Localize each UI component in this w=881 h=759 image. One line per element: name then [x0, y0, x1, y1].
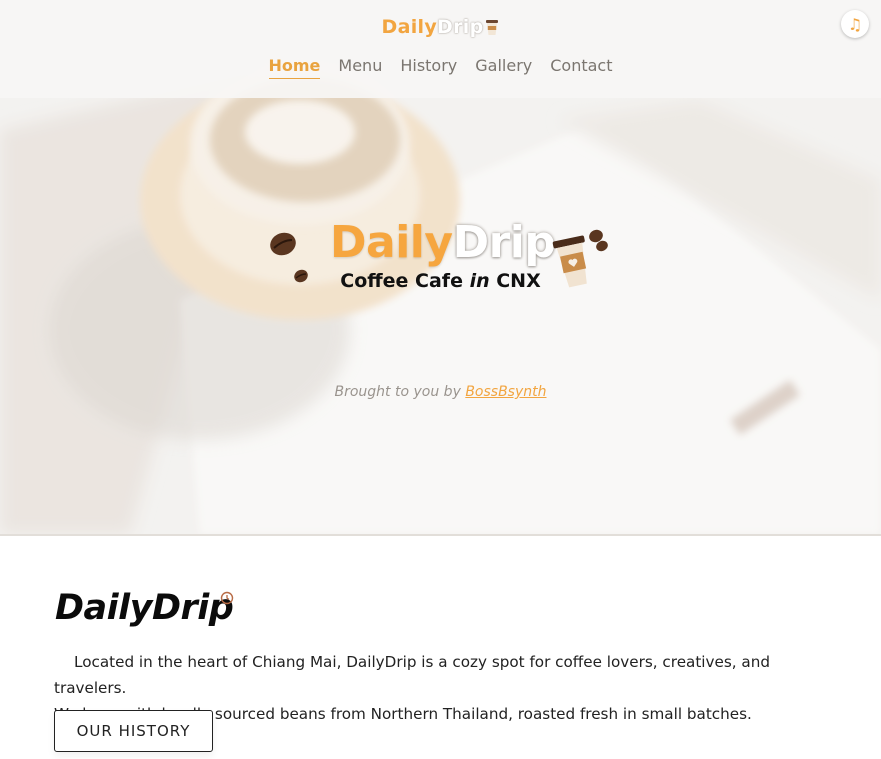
our-history-button[interactable]: OUR HISTORY — [54, 710, 213, 752]
hero-title-part1: Daily — [330, 217, 453, 268]
hero-credit: Brought to you by BossBsynth — [0, 384, 881, 400]
nav-menu-link[interactable]: Menu — [338, 56, 382, 78]
hero-section: DailyDrip Home Menu History Gallery Cont… — [0, 0, 881, 536]
about-line-1: Located in the heart of Chiang Mai, Dail… — [54, 653, 770, 697]
nav-gallery-link[interactable]: Gallery — [475, 56, 532, 78]
hero-subtitle-before: Coffee Cafe — [340, 270, 470, 292]
nav-home-link[interactable]: Home — [268, 56, 321, 79]
about-title: DailyDrip — [55, 588, 234, 628]
credit-prefix: Brought to you by — [334, 384, 466, 400]
credit-author-link[interactable]: BossBsynth — [465, 384, 546, 400]
hero-subtitle: Coffee Cafe in CNX — [0, 270, 881, 292]
brand-logo[interactable]: DailyDrip — [0, 16, 881, 41]
nav-contact-link[interactable]: Contact — [550, 56, 612, 78]
nav-links: Home Menu History Gallery Contact — [0, 56, 881, 79]
hero-subtitle-italic: in — [469, 270, 490, 292]
hero-title: DailyDrip — [330, 215, 560, 271]
music-toggle-button[interactable]: ♫ — [841, 10, 869, 38]
coffee-cup-icon — [485, 18, 499, 41]
navbar: DailyDrip Home Menu History Gallery Cont… — [0, 0, 881, 98]
clock-icon — [220, 591, 234, 605]
coffee-bean-icon — [270, 232, 296, 256]
brand-logo-part1: Daily — [381, 16, 438, 38]
music-note-icon: ♫ — [847, 14, 863, 34]
hero-subtitle-after: CNX — [489, 270, 541, 292]
brand-logo-part2: Drip — [437, 16, 484, 38]
hero-title-part2: Drip — [452, 217, 556, 268]
nav-history-link[interactable]: History — [400, 56, 457, 78]
